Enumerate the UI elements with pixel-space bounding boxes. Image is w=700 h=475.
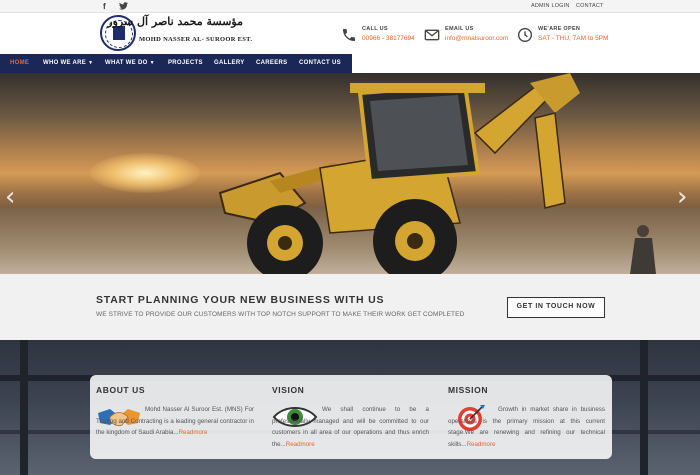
mission-description: Growth in market share in business opera… [448, 406, 605, 448]
cta-section: START PLANNING YOUR NEW BUSINESS WITH US… [0, 274, 700, 340]
facebook-icon[interactable]: f [103, 2, 106, 11]
call-us-info: CALL US 00966 - 38177694 [341, 26, 421, 50]
nav-spacer [352, 54, 700, 73]
opening-hours-value: SAT - THU, 7AM to 5PM [538, 35, 609, 42]
site-header: مؤسسة محمد ناصر آل سرور MOHD NASSER AL- … [0, 13, 700, 54]
clock-icon [518, 28, 532, 42]
nav-item-gallery[interactable]: GALLERY [214, 54, 245, 73]
email-us-label: EMAIL US [445, 26, 474, 32]
cta-subtitle: WE STRIVE TO PROVIDE OUR CUSTOMERS WITH … [96, 311, 465, 318]
nav-item-who-we-are[interactable]: WHO WE ARE ▼ [43, 54, 93, 73]
about-us-text: Mohd Nasser Al Suroor Est. (MNS) For Tra… [96, 404, 254, 439]
chevron-down-icon: ▼ [88, 60, 94, 66]
nav-item-projects[interactable]: PROJECTS [168, 54, 203, 73]
envelope-icon [424, 29, 440, 41]
opening-hours-info: WE'ARE OPEN SAT - THU, 7AM to 5PM [517, 26, 617, 50]
about-us-title: ABOUT US [96, 385, 146, 395]
company-logo[interactable]: مؤسسة محمد ناصر آل سرور MOHD NASSER AL- … [97, 13, 253, 53]
email-us-info: EMAIL US info@mnalsuroor.com [424, 26, 519, 50]
phone-icon [343, 29, 355, 41]
nav-item-what-we-do-label: WHAT WE DO [105, 60, 148, 66]
top-contact-link[interactable]: CONTACT [576, 3, 604, 9]
main-navigation: HOME WHO WE ARE ▼ WHAT WE DO ▼ PROJECTS GA… [0, 54, 352, 73]
call-us-label: CALL US [362, 26, 388, 32]
top-bar: f ADMIN LOGIN CONTACT [0, 0, 700, 13]
about-us-description: Mohd Nasser Al Suroor Est. (MNS) For Tra… [96, 406, 254, 436]
vision-column: VISION We shall continue to be a profess… [272, 375, 429, 459]
opening-hours-label: WE'ARE OPEN [538, 26, 581, 32]
slider-next-arrow-icon[interactable]: › [677, 182, 687, 212]
about-us-column: ABOUT US Mohd Nasser Al Suroor Est. (MNS… [96, 375, 254, 459]
nav-item-who-we-are-label: WHO WE ARE [43, 60, 87, 66]
mission-readmore-link[interactable]: Readmore [467, 441, 496, 448]
vision-readmore-link[interactable]: Readmore [286, 441, 315, 448]
mission-title: MISSION [448, 385, 489, 395]
chevron-down-icon: ▼ [149, 60, 155, 66]
mission-text: Growth in market share in business opera… [448, 404, 605, 450]
nav-item-home[interactable]: HOME [10, 54, 29, 73]
call-us-number[interactable]: 00966 - 38177694 [362, 35, 415, 42]
twitter-icon[interactable] [119, 2, 128, 12]
email-address-link[interactable]: info@mnalsuroor.com [445, 35, 508, 42]
backhoe-loader-image [218, 73, 656, 274]
vision-description: We shall continue to be a professionally… [272, 406, 429, 448]
slider-prev-arrow-icon[interactable]: ‹ [5, 182, 15, 212]
nav-item-contact-us[interactable]: CONTACT US [299, 54, 341, 73]
about-us-readmore-link[interactable]: Readmore [179, 429, 208, 436]
vision-text: We shall continue to be a professionally… [272, 404, 429, 450]
logo-english-name: MOHD NASSER AL- SUROOR EST. [139, 36, 253, 43]
cta-title: START PLANNING YOUR NEW BUSINESS WITH US [96, 294, 385, 306]
vision-title: VISION [272, 385, 305, 395]
hero-slider[interactable]: ‹ › [0, 73, 700, 274]
mission-column: MISSION Growth in market share in busine… [448, 375, 605, 459]
sunset-glow [90, 153, 200, 193]
admin-login-link[interactable]: ADMIN LOGIN [531, 3, 570, 9]
features-panel: ABOUT US Mohd Nasser Al Suroor Est. (MNS… [90, 375, 612, 459]
logo-arabic-name: مؤسسة محمد ناصر آل سرور [107, 15, 243, 28]
get-in-touch-button[interactable]: GET IN TOUCH NOW [507, 297, 605, 318]
nav-item-careers[interactable]: CAREERS [256, 54, 287, 73]
nav-item-what-we-do[interactable]: WHAT WE DO ▼ [105, 54, 155, 73]
